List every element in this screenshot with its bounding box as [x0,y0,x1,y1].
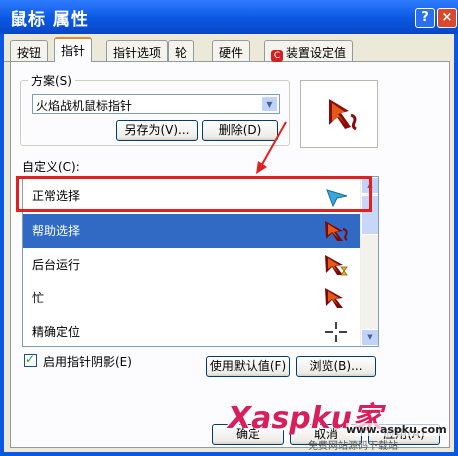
list-item[interactable]: 后台运行 [23,248,360,282]
list-item[interactable]: 精确定位 [23,315,360,346]
crosshair-icon [325,322,347,342]
custom-label: 自定义(C): [22,160,80,174]
annotation-highlight-box [16,176,372,212]
use-default-button[interactable]: 使用默认值(F) [206,356,290,377]
scroll-down-icon[interactable]: ▼ [361,329,378,346]
site-watermark: Xaspku家 www.aspku.com 免费网站源码下载站 [226,393,456,453]
scheme-select-value: 火焰战机鼠标指针 [36,99,133,113]
pointer-shadow-label[interactable]: 启用指针阴影(E) [43,353,132,370]
flame-jet-help-icon [325,221,348,241]
tab-device-settings-label: 装置设定值 [286,46,347,60]
help-button[interactable]: ? [415,8,435,28]
list-item-label: 帮助选择 [32,224,81,238]
scheme-group-label: 方案(S) [28,72,75,89]
flame-jet-preview-icon [329,99,357,131]
browse-button[interactable]: 浏览(B)... [296,356,376,377]
list-item[interactable]: 帮助选择 [23,214,360,248]
annotation-arrow-icon [256,121,287,174]
pointer-preview [300,80,378,148]
tab-wheel[interactable]: 轮 [168,40,195,61]
list-item-label: 精确定位 [32,325,81,339]
window-title: 鼠标 属性 [10,10,89,30]
list-item-label: 后台运行 [32,258,81,272]
list-item-label: 忙 [32,291,45,305]
tab-hardware[interactable]: 硬件 [212,40,251,61]
tab-pointers[interactable]: 指针 [54,37,93,62]
check-icon: ✓ [25,352,36,366]
list-item[interactable]: 忙 [23,281,360,315]
save-as-button[interactable]: 另存为(V)... [116,120,198,141]
tab-device-settings[interactable]: C 装置设定值 [264,40,354,62]
flame-jet-busy-icon [325,255,348,276]
device-settings-icon: C [271,50,283,62]
watermark-site: www.aspku.com [346,423,447,436]
tab-buttons[interactable]: 按钮 [10,40,49,61]
chevron-down-icon[interactable]: ▼ [261,96,278,112]
watermark-subtitle: 免费网站源码下载站 [308,441,398,452]
flame-jet-wait-icon [325,288,343,308]
close-button[interactable]: × [437,8,457,28]
tab-pointer-options[interactable]: 指针选项 [106,40,169,61]
